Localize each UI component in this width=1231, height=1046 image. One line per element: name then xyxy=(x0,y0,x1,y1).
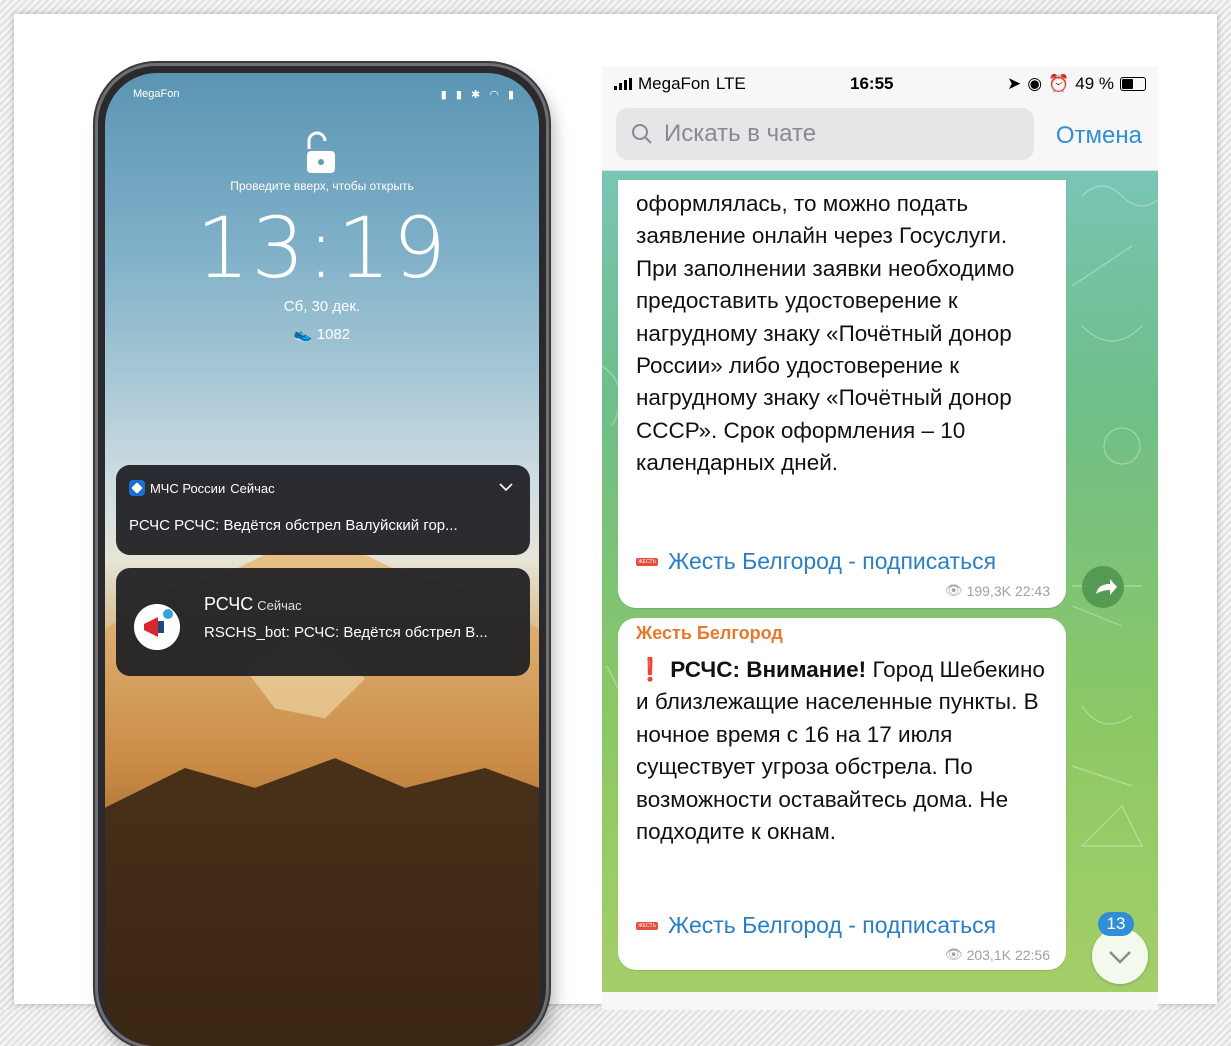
signal-bars-icon xyxy=(614,78,632,90)
notification-mchs[interactable]: МЧС России Сейчас РСЧС РСЧС: Ведётся обс… xyxy=(116,465,530,555)
message-time: 22:56 xyxy=(1014,946,1050,963)
message-meta: 👁 199,3K 22:43 xyxy=(945,582,1050,599)
rschs-avatar xyxy=(134,604,180,650)
share-icon[interactable] xyxy=(1082,566,1124,608)
status-icons: ▮ ▮ ✱ ◠ ▮ xyxy=(440,88,517,101)
carrier-label: MegaFon xyxy=(133,88,180,100)
unlock-icon xyxy=(307,131,335,173)
alarm-icon: ⏰ xyxy=(1048,74,1070,93)
channel-logo-icon: ЖЕСТЬ xyxy=(636,921,658,930)
subscribe-link[interactable]: ЖЕСТЬ Жесть Белгород - подписаться xyxy=(636,912,996,939)
message-body: Город Шебекино и близлежащие населенные … xyxy=(636,657,1045,845)
telegram-screen: MegaFon LTE 16:55 ➤ ◉ ⏰ 49 % Отмена xyxy=(602,66,1158,1010)
notification-time: Сейчас xyxy=(230,480,275,496)
notification-time: Сейчас xyxy=(257,598,302,613)
channel-logo-icon: ЖЕСТЬ xyxy=(636,557,658,566)
android-phone: MegaFon ▮ ▮ ✱ ◠ ▮ Проведите вверх, чтобы… xyxy=(98,66,546,1046)
step-counter: 👟 1082 xyxy=(105,325,539,343)
eye-icon: 👁 xyxy=(944,946,963,962)
search-box[interactable] xyxy=(616,108,1034,160)
message-text: оформлялась, то можно подать заявление о… xyxy=(636,191,1015,476)
message-sender[interactable]: Жесть Белгород xyxy=(636,623,783,644)
unread-count-badge: 13 xyxy=(1098,912,1134,936)
step-count: 1082 xyxy=(316,326,351,343)
megaphone-icon xyxy=(134,604,180,650)
notification-header: МЧС России Сейчас xyxy=(129,480,275,496)
message-meta: 👁 203,1K 22:56 xyxy=(945,946,1050,963)
lock-screen[interactable]: MegaFon ▮ ▮ ✱ ◠ ▮ Проведите вверх, чтобы… xyxy=(105,73,539,1046)
image-frame: MegaFon ▮ ▮ ✱ ◠ ▮ Проведите вверх, чтобы… xyxy=(14,14,1217,1046)
chat-search-bar: Отмена xyxy=(602,100,1158,171)
notification-title: РСЧС Сейчас xyxy=(204,594,302,615)
link-text: Жесть Белгород - подписаться xyxy=(668,912,997,938)
lock-date: Сб, 30 дек. xyxy=(283,298,361,315)
subscribe-link[interactable]: ЖЕСТЬ Жесть Белгород - подписаться xyxy=(636,548,996,575)
message-lead: РСЧС: Внимание! xyxy=(670,657,867,682)
eye-icon: 👁 xyxy=(944,582,963,598)
carrier-group: MegaFon LTE xyxy=(614,74,746,94)
notification-text: РСЧС РСЧС: Ведётся обстрел Валуйский гор… xyxy=(129,517,458,534)
search-input[interactable] xyxy=(662,119,1026,149)
view-count: 199,3K xyxy=(966,582,1011,599)
battery-percent: 49 % xyxy=(1075,74,1114,93)
location-icon: ➤ xyxy=(1006,74,1022,93)
search-icon xyxy=(632,124,652,144)
shoe-icon: 👟 xyxy=(293,326,313,343)
link-text: Жесть Белгород - подписаться xyxy=(668,548,997,574)
lock-status-bar: MegaFon ▮ ▮ ✱ ◠ ▮ xyxy=(133,85,517,103)
chevron-down-icon xyxy=(1109,951,1131,964)
message-bubble[interactable]: Жесть Белгород ❗ РСЧС: Внимание! Город Ш… xyxy=(618,618,1066,970)
scroll-down-button[interactable] xyxy=(1092,928,1148,984)
status-right: ➤ ◉ ⏰ 49 % xyxy=(1007,74,1146,94)
battery-icon xyxy=(1120,77,1146,91)
status-time: 16:55 xyxy=(850,74,894,93)
notification-app: МЧС России xyxy=(150,480,226,496)
carrier-label: MegaFon xyxy=(638,74,710,93)
notification-rschs[interactable]: РСЧС Сейчас RSCHS_bot: РСЧС: Ведётся обст… xyxy=(116,568,530,676)
view-count: 203,1K xyxy=(966,946,1011,963)
mchs-app-icon xyxy=(129,480,145,496)
ios-status-bar: MegaFon LTE 16:55 ➤ ◉ ⏰ 49 % xyxy=(602,66,1158,100)
swipe-hint: Проведите вверх, чтобы открыть xyxy=(230,179,414,193)
exclamation-icon: ❗ xyxy=(636,657,665,682)
message-time: 22:43 xyxy=(1014,582,1050,599)
network-label: LTE xyxy=(715,74,746,93)
message-bubble[interactable]: оформлялась, то можно подать заявление о… xyxy=(618,180,1066,608)
input-bar[interactable] xyxy=(602,992,1158,1010)
cancel-button[interactable]: Отмена xyxy=(1056,122,1142,150)
rotation-lock-icon: ◉ xyxy=(1027,74,1043,93)
notification-text: RSCHS_bot: РСЧС: Ведётся обстрел В... xyxy=(204,624,488,641)
notification-app: РСЧС xyxy=(204,594,254,614)
lock-clock: 13:19 xyxy=(195,199,449,297)
message-text: ❗ РСЧС: Внимание! Город Шебекино и близл… xyxy=(636,654,1052,848)
chevron-down-icon[interactable] xyxy=(498,479,514,495)
